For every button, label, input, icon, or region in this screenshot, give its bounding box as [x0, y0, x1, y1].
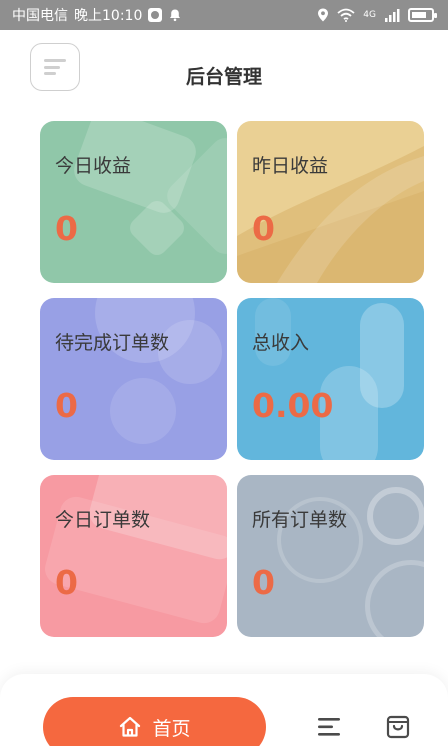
- signal-type-label: 4G: [363, 10, 376, 20]
- list-icon[interactable]: [317, 716, 341, 738]
- card-label: 总收入: [252, 332, 310, 354]
- card-value: 0: [55, 563, 78, 602]
- status-left: 中国电信 晚上10:10: [12, 5, 182, 25]
- nav-home-label: 首页: [152, 717, 191, 740]
- card-label: 所有订单数: [252, 509, 348, 531]
- card-value: 0: [252, 209, 275, 248]
- card-yesterday-income[interactable]: 昨日收益 0: [237, 121, 424, 283]
- wifi-icon: [337, 8, 355, 22]
- card-total-income[interactable]: 总收入 0.00: [237, 298, 424, 460]
- card-today-income[interactable]: 今日收益 0: [40, 121, 227, 283]
- card-today-orders[interactable]: 今日订单数 0: [40, 475, 227, 637]
- card-value: 0.00: [252, 386, 334, 425]
- clock-label: 晚上10:10: [74, 8, 143, 24]
- card-decoration: [110, 378, 176, 444]
- app-notification-icon: [148, 8, 163, 22]
- card-decoration: [367, 487, 424, 545]
- card-decoration: [237, 146, 424, 283]
- battery-icon: [408, 8, 437, 22]
- card-label: 今日订单数: [55, 509, 151, 531]
- card-value: 0: [55, 386, 78, 425]
- bell-icon: [170, 9, 181, 22]
- battery-level: [412, 12, 427, 18]
- card-pending-orders[interactable]: 待完成订单数 0: [40, 298, 227, 460]
- nav-home-button[interactable]: 首页: [43, 697, 266, 746]
- card-all-orders[interactable]: 所有订单数 0: [237, 475, 424, 637]
- signal-icon: [385, 9, 400, 22]
- location-icon: [318, 8, 329, 22]
- page-title: 后台管理: [185, 66, 262, 88]
- card-decoration: [365, 560, 424, 637]
- card-label: 待完成订单数: [55, 332, 170, 354]
- status-bar: 中国电信 晚上10:10 4G: [0, 0, 448, 30]
- carrier-label: 中国电信: [12, 8, 68, 24]
- card-value: 0: [55, 209, 78, 248]
- card-label: 今日收益: [55, 155, 132, 177]
- card-label: 昨日收益: [252, 155, 329, 177]
- shopping-bag-icon[interactable]: [386, 714, 410, 740]
- card-value: 0: [252, 563, 275, 602]
- home-icon: [120, 716, 141, 737]
- status-right: 4G: [317, 8, 437, 22]
